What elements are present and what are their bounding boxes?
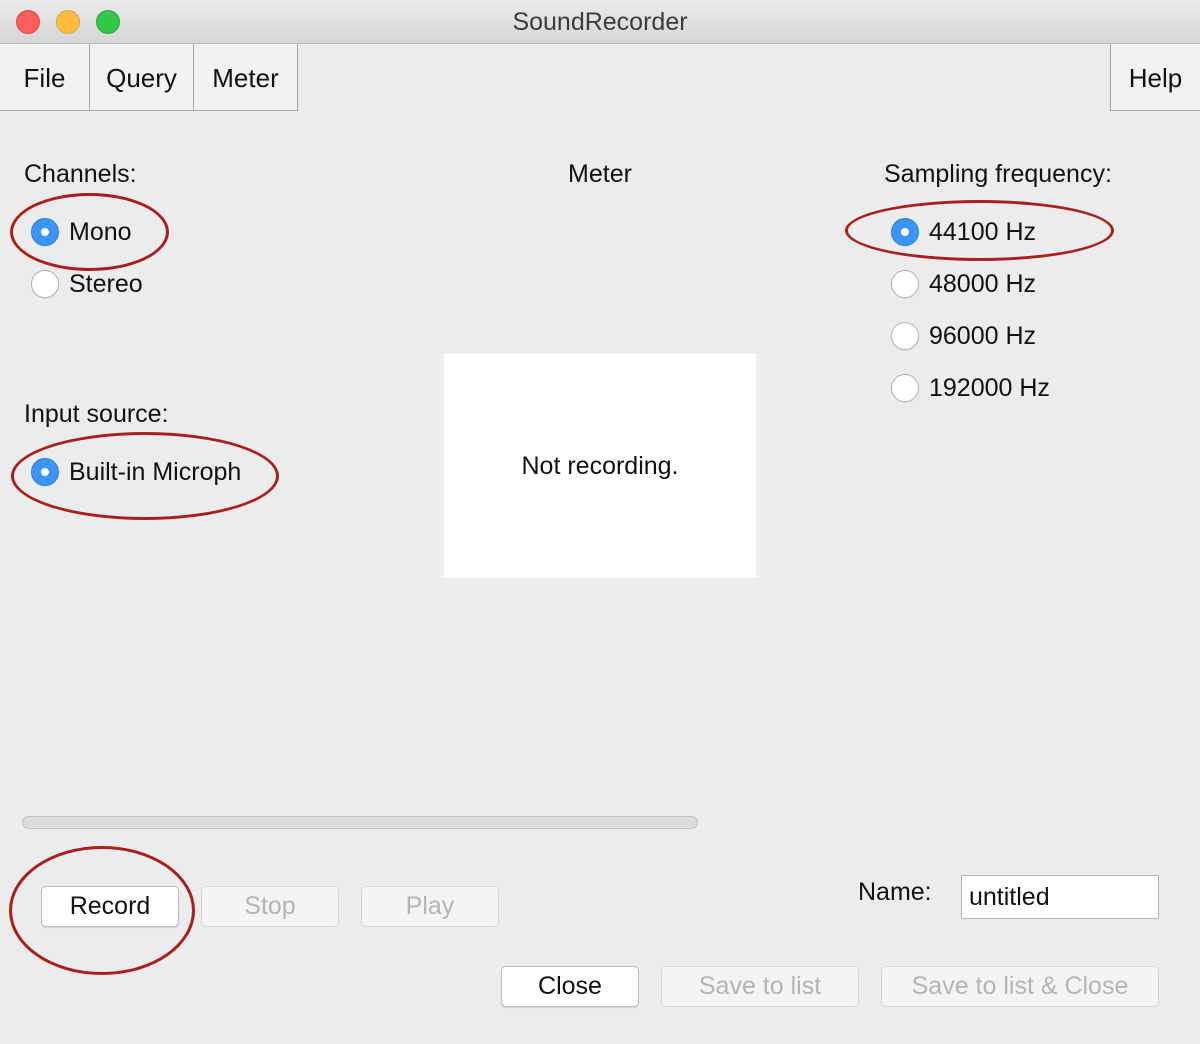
- window-title: SoundRecorder: [512, 8, 688, 36]
- play-button[interactable]: Play: [361, 886, 499, 927]
- input-builtin-mic-radio-button[interactable]: [31, 458, 59, 486]
- sampling-96000-radio[interactable]: 96000 Hz: [891, 319, 1036, 353]
- menu-query[interactable]: Query: [90, 44, 194, 111]
- title-bar: SoundRecorder: [0, 0, 1200, 44]
- save-to-list-and-close-button[interactable]: Save to list & Close: [881, 966, 1159, 1007]
- input-builtin-mic-label: Built-in Microph: [69, 457, 242, 486]
- sampling-48000-radio-button[interactable]: [891, 270, 919, 298]
- menu-help[interactable]: Help: [1110, 44, 1200, 111]
- stop-button[interactable]: Stop: [201, 886, 339, 927]
- sampling-192000-label: 192000 Hz: [929, 373, 1050, 402]
- sampling-44100-radio[interactable]: 44100 Hz: [891, 215, 1036, 249]
- sampling-44100-radio-button[interactable]: [891, 218, 919, 246]
- save-to-list-button[interactable]: Save to list: [661, 966, 859, 1007]
- channel-stereo-radio[interactable]: Stereo: [31, 267, 143, 301]
- menu-bar: File Query Meter Help: [0, 44, 1200, 112]
- sampling-48000-label: 48000 Hz: [929, 269, 1037, 298]
- channel-mono-radio-button[interactable]: [31, 218, 59, 246]
- menu-file[interactable]: File: [0, 44, 90, 111]
- record-button[interactable]: Record: [41, 886, 179, 927]
- meter-status: Not recording.: [521, 451, 679, 480]
- input-source-label: Input source:: [24, 400, 169, 428]
- input-builtin-mic-radio[interactable]: Built-in Microph: [31, 455, 241, 489]
- channel-mono-label: Mono: [69, 217, 132, 246]
- sampling-48000-radio[interactable]: 48000 Hz: [891, 267, 1036, 301]
- name-label: Name:: [858, 878, 932, 906]
- meter-display: Not recording.: [444, 354, 756, 578]
- name-input[interactable]: [961, 875, 1159, 919]
- sampling-192000-radio[interactable]: 192000 Hz: [891, 371, 1050, 405]
- sampling-192000-radio-button[interactable]: [891, 374, 919, 402]
- channel-stereo-label: Stereo: [69, 269, 143, 298]
- close-button[interactable]: Close: [501, 966, 639, 1007]
- channel-mono-radio[interactable]: Mono: [31, 215, 132, 249]
- recording-progress-bar: [22, 816, 698, 829]
- sampling-96000-radio-button[interactable]: [891, 322, 919, 350]
- sampling-44100-label: 44100 Hz: [929, 217, 1037, 246]
- menu-meter[interactable]: Meter: [194, 44, 298, 111]
- channel-stereo-radio-button[interactable]: [31, 270, 59, 298]
- sampling-96000-label: 96000 Hz: [929, 321, 1037, 350]
- sampling-frequency-label: Sampling frequency:: [884, 160, 1112, 188]
